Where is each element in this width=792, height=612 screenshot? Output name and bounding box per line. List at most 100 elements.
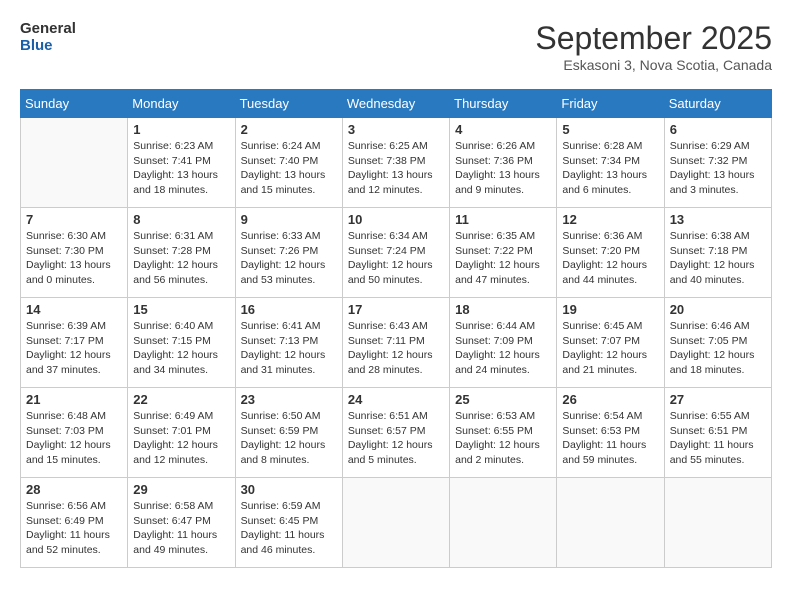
column-header-sunday: Sunday — [21, 90, 128, 118]
day-number: 12 — [562, 212, 658, 227]
day-info: Sunrise: 6:39 AM Sunset: 7:17 PM Dayligh… — [26, 319, 122, 378]
calendar-cell: 27 Sunrise: 6:55 AM Sunset: 6:51 PM Dayli… — [664, 388, 771, 478]
day-info: Sunrise: 6:56 AM Sunset: 6:49 PM Dayligh… — [26, 499, 122, 558]
calendar-week-5: 28 Sunrise: 6:56 AM Sunset: 6:49 PM Dayli… — [21, 478, 772, 568]
day-number: 21 — [26, 392, 122, 407]
calendar-cell: 8 Sunrise: 6:31 AM Sunset: 7:28 PM Daylig… — [128, 208, 235, 298]
calendar-cell: 13Sunrise: 6:38 AM Sunset: 7:18 PM Dayli… — [664, 208, 771, 298]
calendar-week-2: 7 Sunrise: 6:30 AM Sunset: 7:30 PM Daylig… — [21, 208, 772, 298]
column-header-tuesday: Tuesday — [235, 90, 342, 118]
day-number: 30 — [241, 482, 337, 497]
calendar-cell: 23 Sunrise: 6:50 AM Sunset: 6:59 PM Dayli… — [235, 388, 342, 478]
day-info: Sunrise: 6:50 AM Sunset: 6:59 PM Dayligh… — [241, 409, 337, 468]
calendar-cell — [21, 118, 128, 208]
calendar-cell — [557, 478, 664, 568]
column-header-thursday: Thursday — [450, 90, 557, 118]
day-number: 27 — [670, 392, 766, 407]
calendar-cell: 22 Sunrise: 6:49 AM Sunset: 7:01 PM Dayli… — [128, 388, 235, 478]
day-number: 3 — [348, 122, 444, 137]
calendar-cell: 2 Sunrise: 6:24 AM Sunset: 7:40 PM Daylig… — [235, 118, 342, 208]
month-title: September 2025 — [535, 20, 772, 57]
calendar-cell: 29 Sunrise: 6:58 AM Sunset: 6:47 PM Dayli… — [128, 478, 235, 568]
day-number: 8 — [133, 212, 229, 227]
day-info: Sunrise: 6:41 AM Sunset: 7:13 PM Dayligh… — [241, 319, 337, 378]
calendar-cell: 10Sunrise: 6:34 AM Sunset: 7:24 PM Dayli… — [342, 208, 449, 298]
calendar-header-row: SundayMondayTuesdayWednesdayThursdayFrid… — [21, 90, 772, 118]
day-info: Sunrise: 6:24 AM Sunset: 7:40 PM Dayligh… — [241, 139, 337, 198]
day-info: Sunrise: 6:46 AM Sunset: 7:05 PM Dayligh… — [670, 319, 766, 378]
calendar-cell: 30 Sunrise: 6:59 AM Sunset: 6:45 PM Dayli… — [235, 478, 342, 568]
day-info: Sunrise: 6:33 AM Sunset: 7:26 PM Dayligh… — [241, 229, 337, 288]
day-number: 19 — [562, 302, 658, 317]
day-info: Sunrise: 6:55 AM Sunset: 6:51 PM Dayligh… — [670, 409, 766, 468]
calendar-cell: 14 Sunrise: 6:39 AM Sunset: 7:17 PM Dayli… — [21, 298, 128, 388]
calendar-cell: 15Sunrise: 6:40 AM Sunset: 7:15 PM Dayli… — [128, 298, 235, 388]
day-number: 15 — [133, 302, 229, 317]
logo-blue: Blue — [20, 37, 76, 54]
calendar-week-3: 14 Sunrise: 6:39 AM Sunset: 7:17 PM Dayli… — [21, 298, 772, 388]
calendar-cell — [450, 478, 557, 568]
column-header-wednesday: Wednesday — [342, 90, 449, 118]
day-info: Sunrise: 6:58 AM Sunset: 6:47 PM Dayligh… — [133, 499, 229, 558]
day-info: Sunrise: 6:35 AM Sunset: 7:22 PM Dayligh… — [455, 229, 551, 288]
day-number: 5 — [562, 122, 658, 137]
calendar-cell: 12 Sunrise: 6:36 AM Sunset: 7:20 PM Dayli… — [557, 208, 664, 298]
day-number: 22 — [133, 392, 229, 407]
day-number: 1 — [133, 122, 229, 137]
calendar-cell: 18 Sunrise: 6:44 AM Sunset: 7:09 PM Dayli… — [450, 298, 557, 388]
calendar-table: SundayMondayTuesdayWednesdayThursdayFrid… — [20, 89, 772, 568]
logo-general: General — [20, 20, 76, 37]
day-number: 17 — [348, 302, 444, 317]
day-number: 29 — [133, 482, 229, 497]
calendar-cell: 21 Sunrise: 6:48 AM Sunset: 7:03 PM Dayli… — [21, 388, 128, 478]
day-info: Sunrise: 6:23 AM Sunset: 7:41 PM Dayligh… — [133, 139, 229, 198]
calendar-cell: 17 Sunrise: 6:43 AM Sunset: 7:11 PM Dayli… — [342, 298, 449, 388]
day-number: 14 — [26, 302, 122, 317]
column-header-friday: Friday — [557, 90, 664, 118]
calendar-cell: 26 Sunrise: 6:54 AM Sunset: 6:53 PM Dayli… — [557, 388, 664, 478]
day-info: Sunrise: 6:43 AM Sunset: 7:11 PM Dayligh… — [348, 319, 444, 378]
day-info: Sunrise: 6:36 AM Sunset: 7:20 PM Dayligh… — [562, 229, 658, 288]
day-number: 24 — [348, 392, 444, 407]
title-block: September 2025 Eskasoni 3, Nova Scotia, … — [535, 20, 772, 73]
column-header-saturday: Saturday — [664, 90, 771, 118]
day-number: 11 — [455, 212, 551, 227]
day-info: Sunrise: 6:49 AM Sunset: 7:01 PM Dayligh… — [133, 409, 229, 468]
day-number: 25 — [455, 392, 551, 407]
day-number: 16 — [241, 302, 337, 317]
day-number: 7 — [26, 212, 122, 227]
day-info: Sunrise: 6:45 AM Sunset: 7:07 PM Dayligh… — [562, 319, 658, 378]
day-info: Sunrise: 6:59 AM Sunset: 6:45 PM Dayligh… — [241, 499, 337, 558]
location-subtitle: Eskasoni 3, Nova Scotia, Canada — [535, 57, 772, 73]
day-number: 6 — [670, 122, 766, 137]
day-number: 4 — [455, 122, 551, 137]
calendar-cell: 9 Sunrise: 6:33 AM Sunset: 7:26 PM Daylig… — [235, 208, 342, 298]
day-number: 9 — [241, 212, 337, 227]
day-info: Sunrise: 6:48 AM Sunset: 7:03 PM Dayligh… — [26, 409, 122, 468]
day-info: Sunrise: 6:28 AM Sunset: 7:34 PM Dayligh… — [562, 139, 658, 198]
calendar-cell: 28 Sunrise: 6:56 AM Sunset: 6:49 PM Dayli… — [21, 478, 128, 568]
day-number: 26 — [562, 392, 658, 407]
day-info: Sunrise: 6:30 AM Sunset: 7:30 PM Dayligh… — [26, 229, 122, 288]
calendar-cell: 24 Sunrise: 6:51 AM Sunset: 6:57 PM Dayli… — [342, 388, 449, 478]
calendar-cell: 5 Sunrise: 6:28 AM Sunset: 7:34 PM Daylig… — [557, 118, 664, 208]
calendar-cell — [342, 478, 449, 568]
day-info: Sunrise: 6:51 AM Sunset: 6:57 PM Dayligh… — [348, 409, 444, 468]
day-info: Sunrise: 6:31 AM Sunset: 7:28 PM Dayligh… — [133, 229, 229, 288]
day-number: 28 — [26, 482, 122, 497]
day-number: 2 — [241, 122, 337, 137]
day-info: Sunrise: 6:38 AM Sunset: 7:18 PM Dayligh… — [670, 229, 766, 288]
calendar-cell: 25 Sunrise: 6:53 AM Sunset: 6:55 PM Dayli… — [450, 388, 557, 478]
logo: General Blue — [20, 20, 76, 55]
calendar-week-1: 1 Sunrise: 6:23 AM Sunset: 7:41 PM Daylig… — [21, 118, 772, 208]
day-info: Sunrise: 6:53 AM Sunset: 6:55 PM Dayligh… — [455, 409, 551, 468]
day-info: Sunrise: 6:29 AM Sunset: 7:32 PM Dayligh… — [670, 139, 766, 198]
day-info: Sunrise: 6:54 AM Sunset: 6:53 PM Dayligh… — [562, 409, 658, 468]
calendar-cell: 7 Sunrise: 6:30 AM Sunset: 7:30 PM Daylig… — [21, 208, 128, 298]
logo-combined: General Blue — [20, 20, 76, 55]
calendar-cell: 6 Sunrise: 6:29 AM Sunset: 7:32 PM Daylig… — [664, 118, 771, 208]
day-info: Sunrise: 6:44 AM Sunset: 7:09 PM Dayligh… — [455, 319, 551, 378]
calendar-cell: 20Sunrise: 6:46 AM Sunset: 7:05 PM Dayli… — [664, 298, 771, 388]
day-number: 23 — [241, 392, 337, 407]
day-number: 18 — [455, 302, 551, 317]
